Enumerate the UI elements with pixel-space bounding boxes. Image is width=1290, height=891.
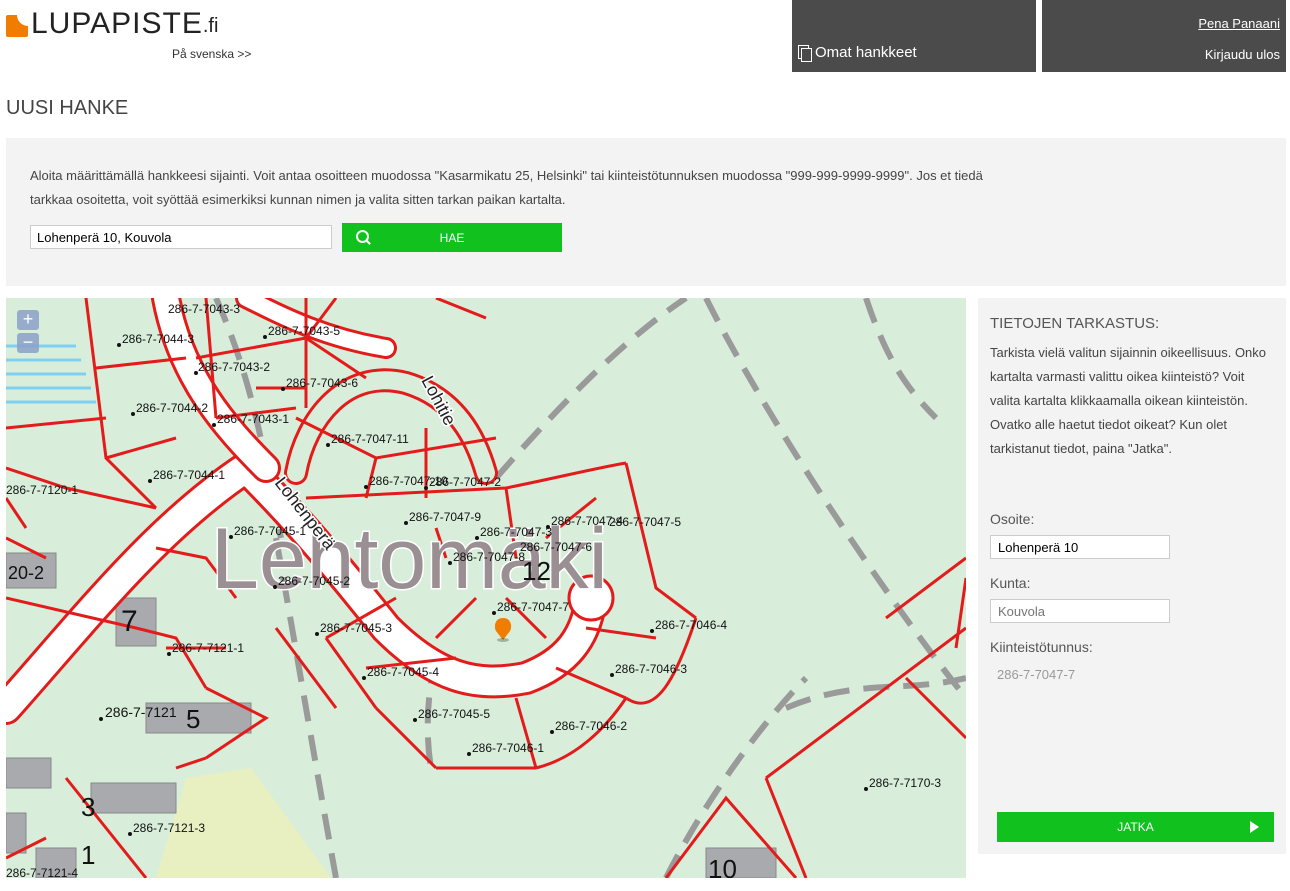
parcel-label: 286-7-7170-3 [869, 776, 941, 790]
parcel-label: 286-7-7047-5 [609, 515, 681, 529]
parcel-label: 286-7-7047-11 [331, 432, 409, 446]
parcel-label: 286-7-7043-3 [168, 302, 240, 316]
search-instructions: Aloita määrittämällä hankkeesi sijainti.… [30, 168, 983, 207]
lupapiste-logo[interactable]: LUPAPISTE .fi [6, 8, 218, 40]
block-number: 3 [81, 792, 95, 822]
parcel-label: 286-7-7120-1 [6, 483, 78, 497]
parcel-label: 286-7-7045-5 [418, 707, 490, 721]
search-icon [356, 230, 369, 243]
parcel-label: 286-7-7045-1 [234, 524, 306, 538]
verification-panel: TIETOJEN TARKASTUS: Tarkista vielä valit… [978, 298, 1286, 854]
parcel-label: 286-7-7044-1 [153, 468, 225, 482]
logo-mark-icon [6, 15, 28, 37]
parcel-label: 286-7-7046-2 [555, 719, 627, 733]
play-arrow-icon [1250, 821, 1259, 833]
parcel-label: 286-7-7121-3 [133, 821, 205, 835]
parcel-label: 286-7-7043-5 [268, 324, 340, 338]
continue-button-label: JATKA [1117, 820, 1154, 834]
parcel-label: 286-7-7044-2 [136, 401, 208, 415]
parcel-label: 286-7-7045-3 [320, 621, 392, 635]
parcel-label: 286-7-7046-4 [655, 618, 727, 632]
block-number: 7 [121, 605, 138, 638]
parcel-label: 286-7-7043-6 [286, 376, 358, 390]
language-link[interactable]: På svenska >> [172, 47, 251, 61]
block-number: 5 [186, 704, 200, 734]
logo-tld: .fi [202, 15, 219, 37]
parcel-label: 286-7-7121-4 [6, 866, 78, 878]
parcel-label: 286-7-7121 [105, 704, 177, 720]
block-number: 1 [81, 840, 95, 870]
parcel-label: 286-7-7046-1 [472, 741, 544, 755]
projects-panel: Omat hankkeet [792, 0, 1036, 72]
parcel-label: 286-7-7043-2 [198, 360, 270, 374]
zoom-in-button[interactable]: + [17, 310, 39, 330]
parcel-label: 286-7-7047-9 [409, 510, 481, 524]
user-name-link[interactable]: Pena Panaani [1198, 16, 1280, 31]
address-label: Osoite: [990, 511, 1035, 527]
parcel-label: 286-7-7047-7 [497, 600, 569, 614]
parcel-label: 286-7-7046-3 [615, 662, 687, 676]
logout-link[interactable]: Kirjaudu ulos [1205, 47, 1280, 62]
parcel-label: 286-7-7047-8 [453, 550, 525, 564]
block-number: 10 [708, 854, 737, 878]
continue-button[interactable]: JATKA [997, 812, 1274, 842]
zoom-out-button[interactable]: − [17, 333, 39, 353]
water-lines [6, 344, 96, 404]
parcel-label: 286-7-7121-1 [172, 641, 244, 655]
page-title: UUSI HANKE [6, 97, 129, 119]
address-search-input[interactable] [30, 225, 332, 249]
map-canvas[interactable]: Lehtomäki Lohenperä Lohitie 286-7-7043-3… [6, 298, 966, 878]
logo-text: LUPAPISTE [31, 7, 203, 40]
search-panel: Aloita määrittämällä hankkeesi sijainti.… [6, 138, 1286, 286]
block-number: 20-2 [8, 563, 44, 583]
parcel-label: 286-7-7043-1 [217, 412, 289, 426]
parcel-id-label: Kiinteistötunnus: [990, 639, 1093, 655]
verification-instructions: Tarkista vielä valitun sijainnin oikeell… [990, 345, 1267, 456]
location-marker-icon [494, 618, 512, 642]
municipality-field[interactable] [990, 599, 1170, 623]
documents-icon [798, 44, 812, 62]
map-view[interactable]: Lehtomäki Lohenperä Lohitie 286-7-7043-3… [6, 298, 966, 878]
parcel-id-value: 286-7-7047-7 [997, 667, 1076, 682]
municipality-label: Kunta: [990, 575, 1031, 591]
parcel-label: 286-7-7047-2 [429, 475, 501, 489]
parcel-label: 286-7-7047-3 [480, 525, 552, 539]
verification-title: TIETOJEN TARKASTUS: [990, 315, 1160, 332]
user-panel: Pena Panaani Kirjaudu ulos [1042, 0, 1286, 72]
search-button[interactable]: HAE [342, 223, 562, 252]
parcel-label: 286-7-7045-2 [278, 574, 350, 588]
block-number: 12 [522, 556, 551, 586]
parcel-label: 286-7-7044-3 [122, 332, 194, 346]
my-projects-link[interactable]: Omat hankkeet [798, 44, 917, 62]
my-projects-label: Omat hankkeet [815, 44, 917, 61]
search-button-label: HAE [439, 230, 465, 245]
parcel-label: 286-7-7045-4 [367, 665, 439, 679]
parcel-label: 286-7-7047-6 [520, 540, 592, 554]
address-field[interactable] [990, 535, 1170, 559]
